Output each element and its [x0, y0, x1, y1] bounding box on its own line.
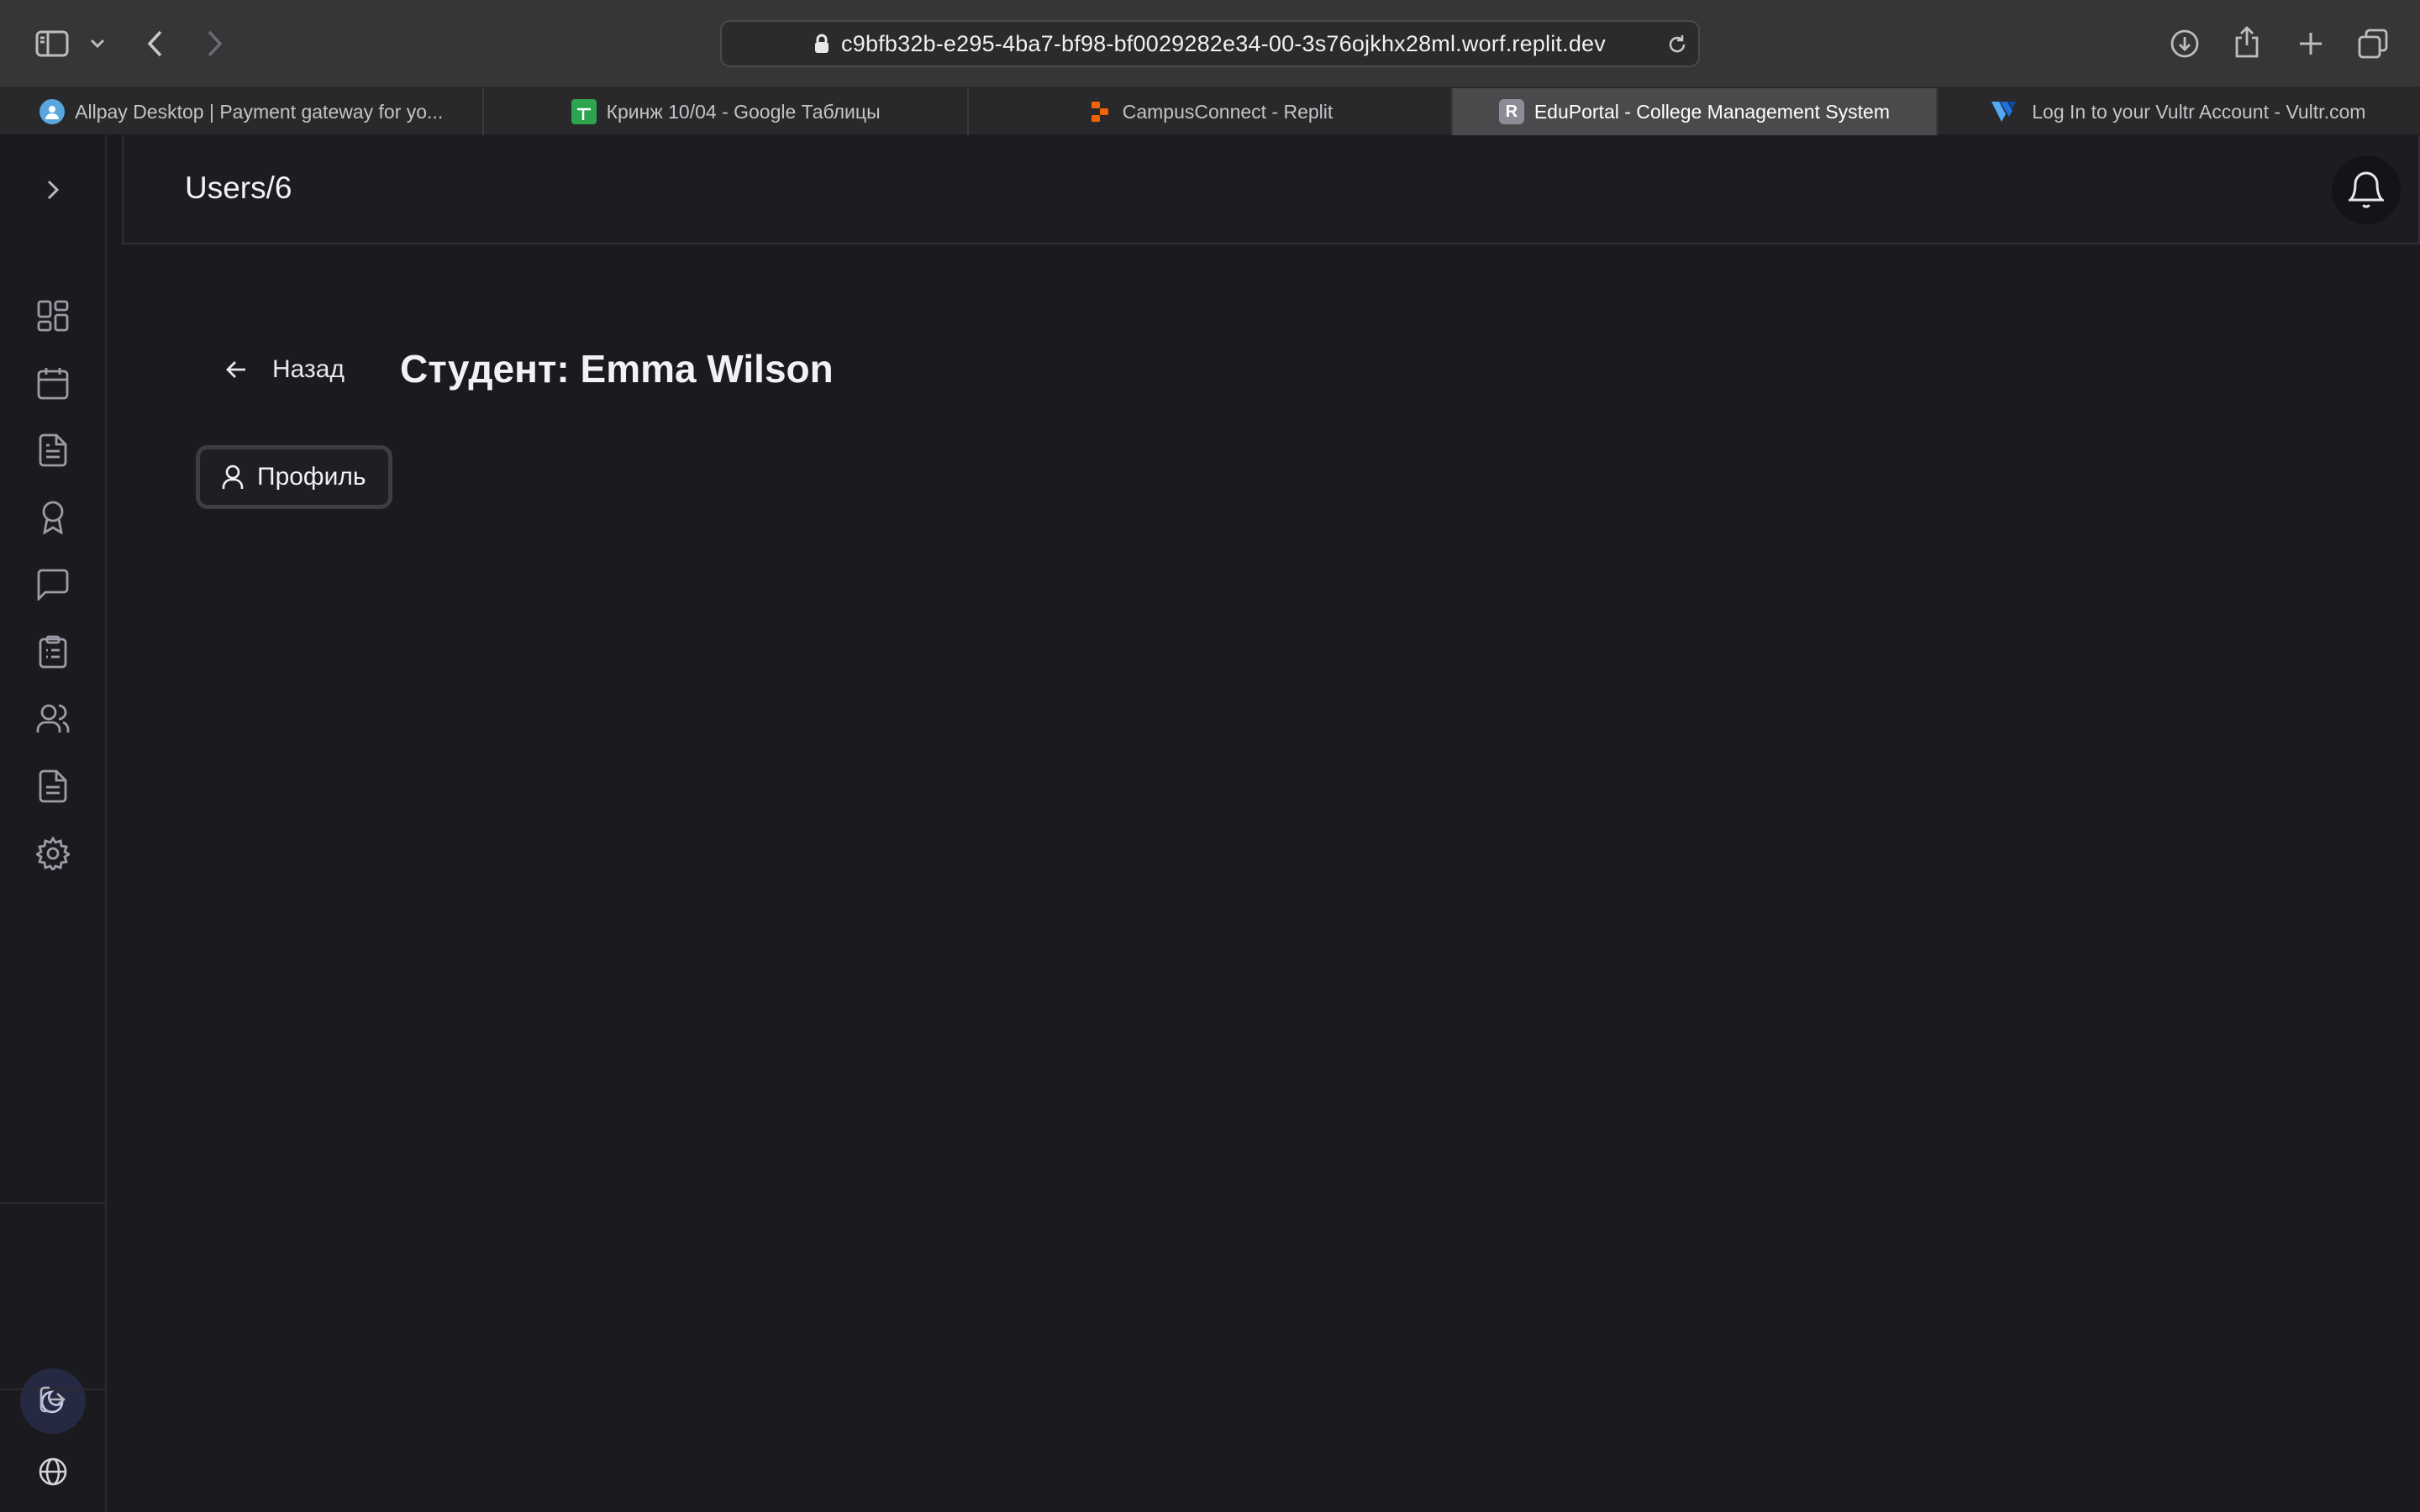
logout-icon — [39, 1386, 66, 1413]
sidebar-item-users[interactable] — [32, 698, 74, 740]
language-selector-button[interactable] — [32, 1451, 74, 1493]
google-sheets-favicon-icon — [571, 99, 597, 124]
sidebar-toggle-icon[interactable] — [32, 25, 72, 62]
page-title: Студент: Emma Wilson — [400, 347, 834, 391]
back-button-label: Назад — [272, 355, 345, 383]
globe-icon — [39, 1457, 67, 1486]
logout-button[interactable] — [32, 1378, 74, 1420]
chat-icon — [37, 569, 69, 601]
browser-tab-bar: Allpay Desktop | Payment gateway for yo.… — [0, 87, 2420, 135]
back-button[interactable]: Назад — [220, 346, 350, 393]
award-icon — [39, 501, 66, 534]
tab-title: Allpay Desktop | Payment gateway for yo.… — [75, 100, 444, 123]
clipboard-icon — [39, 635, 67, 669]
favicon-letter: R — [1505, 102, 1518, 121]
vultr-favicon-icon — [1991, 99, 2022, 124]
sidebar-item-calendar[interactable] — [32, 362, 74, 404]
download-icon[interactable] — [2166, 25, 2203, 62]
tab-profile-label: Профиль — [257, 463, 366, 491]
share-icon[interactable] — [2228, 22, 2265, 62]
document-icon — [39, 433, 67, 467]
sidebar-item-documents[interactable] — [32, 429, 74, 471]
new-tab-icon[interactable] — [2292, 25, 2329, 62]
sidebar-divider — [0, 1202, 105, 1204]
address-bar[interactable]: c9bfb32b-e295-4ba7-bf98-bf0029282e34-00-… — [720, 20, 1700, 67]
sidebar-item-messages[interactable] — [32, 564, 74, 606]
sidebar-item-dashboard[interactable] — [32, 295, 74, 337]
browser-tab-replit[interactable]: CampusConnect - Replit — [969, 88, 1454, 135]
users-icon — [36, 704, 70, 734]
replit-favicon-icon — [1087, 99, 1113, 124]
browser-tab-allpay[interactable]: Allpay Desktop | Payment gateway for yo.… — [0, 88, 485, 135]
sidebar-item-settings[interactable] — [32, 832, 74, 874]
tab-title: Кринж 10/04 - Google Таблицы — [606, 100, 881, 123]
tab-title: Log In to your Vultr Account - Vultr.com — [2032, 100, 2366, 123]
tab-overview-icon[interactable] — [2354, 25, 2391, 62]
sidebar-item-tasks[interactable] — [32, 631, 74, 673]
grid-icon — [37, 300, 69, 332]
allpay-favicon-icon — [39, 99, 66, 124]
eduportal-favicon-icon: R — [1498, 99, 1524, 124]
tab-title: EduPortal - College Management System — [1534, 100, 1890, 123]
gear-icon — [36, 837, 70, 870]
sidebar-expand-button[interactable] — [32, 169, 74, 211]
sidebar-item-achievements[interactable] — [32, 496, 74, 538]
notifications-button[interactable] — [2332, 155, 2401, 224]
lock-icon — [814, 34, 829, 54]
browser-tab-vultr[interactable]: Log In to your Vultr Account - Vultr.com — [1938, 88, 2420, 135]
browser-tab-eduportal[interactable]: R EduPortal - College Management System — [1453, 88, 1938, 135]
chevron-down-icon[interactable] — [86, 32, 109, 55]
app-sidebar — [0, 135, 107, 1512]
forward-nav-icon[interactable] — [198, 25, 232, 62]
tab-title: CampusConnect - Replit — [1122, 100, 1334, 123]
user-icon — [222, 465, 244, 490]
tab-profile[interactable]: Профиль — [196, 445, 392, 509]
url-text: c9bfb32b-e295-4ba7-bf98-bf0029282e34-00-… — [841, 30, 1606, 56]
back-nav-icon[interactable] — [138, 25, 171, 62]
browser-tab-sheets[interactable]: Кринж 10/04 - Google Таблицы — [484, 88, 969, 135]
file-text-icon — [39, 769, 67, 803]
breadcrumb: Users/6 — [185, 171, 292, 205]
browser-toolbar: c9bfb32b-e295-4ba7-bf98-bf0029282e34-00-… — [0, 0, 2420, 87]
reload-icon[interactable] — [1666, 34, 1688, 55]
arrow-left-icon — [225, 360, 247, 380]
app-header: Users/6 — [122, 135, 2420, 244]
calendar-icon — [37, 366, 69, 400]
bell-icon — [2349, 171, 2384, 209]
sidebar-item-reports[interactable] — [32, 765, 74, 807]
